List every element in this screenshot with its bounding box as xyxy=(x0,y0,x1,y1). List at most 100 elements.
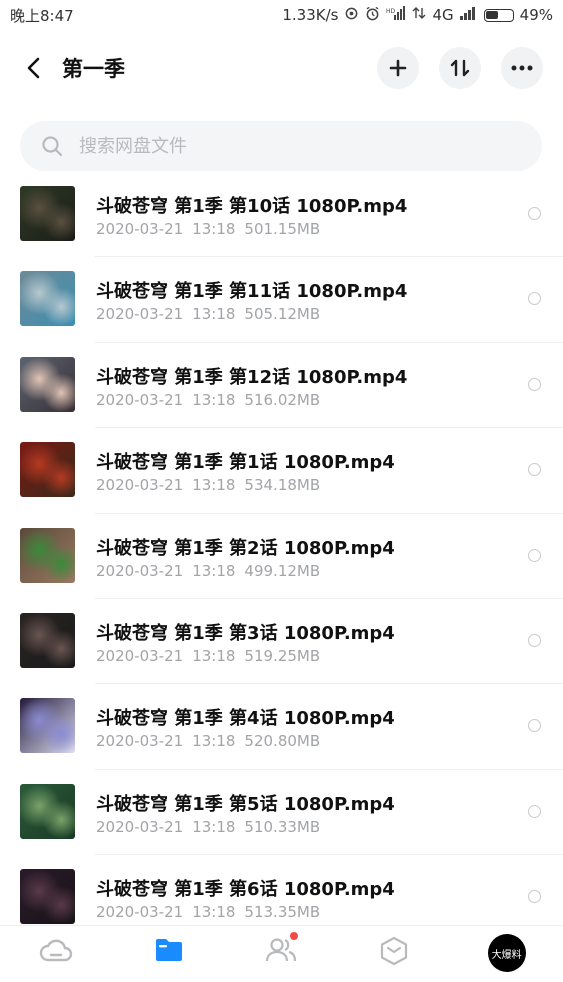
video-thumbnail xyxy=(20,612,75,668)
video-thumbnail xyxy=(20,271,75,327)
battery-fill xyxy=(486,11,498,19)
avatar-text: 大爆料 xyxy=(491,949,522,961)
cell-signal-icon xyxy=(459,6,478,24)
battery-icon xyxy=(483,8,514,22)
alarm-icon xyxy=(365,6,380,25)
status-time: 晚上8:47 xyxy=(10,6,74,25)
nav-tools[interactable] xyxy=(338,926,451,982)
data-arrows-icon xyxy=(412,6,426,24)
file-size: 513.35MB xyxy=(244,903,321,922)
file-size: 534.18MB xyxy=(244,476,321,495)
file-meta: 2020-03-21 13:18 510.33MB xyxy=(96,818,320,836)
cloud-icon xyxy=(40,939,73,962)
sort-button[interactable] xyxy=(439,47,481,89)
nav-home[interactable] xyxy=(0,926,113,982)
back-button[interactable] xyxy=(20,54,48,82)
file-meta: 2020-03-21 13:18 499.12MB xyxy=(96,562,320,580)
file-name: 斗破苍穹 第1季 第2话 1080P.mp4 xyxy=(96,537,395,559)
file-meta: 2020-03-21 13:18 534.18MB xyxy=(96,476,320,494)
sync-icon xyxy=(344,6,359,25)
file-meta: 2020-03-21 13:18 520.80MB xyxy=(96,732,320,750)
file-time: 13:18 xyxy=(192,561,236,580)
select-checkbox[interactable] xyxy=(528,463,541,477)
page-title: 第一季 xyxy=(62,57,125,81)
box-icon xyxy=(380,936,408,966)
file-size: 501.15MB xyxy=(244,220,321,238)
select-checkbox[interactable] xyxy=(528,377,541,391)
select-checkbox[interactable] xyxy=(528,207,541,220)
file-meta: 2020-03-21 13:18 501.15MB xyxy=(96,220,320,238)
select-checkbox[interactable] xyxy=(528,804,541,818)
nav-share[interactable] xyxy=(225,926,338,982)
file-name: 斗破苍穹 第1季 第4话 1080P.mp4 xyxy=(96,708,395,730)
file-name: 斗破苍穹 第1季 第10话 1080P.mp4 xyxy=(96,196,408,217)
select-checkbox[interactable] xyxy=(528,719,541,733)
folder-icon xyxy=(155,939,182,961)
file-meta: 2020-03-21 13:18 516.02MB xyxy=(96,391,320,409)
file-time: 13:18 xyxy=(192,646,236,665)
video-thumbnail xyxy=(20,442,75,498)
file-time: 13:18 xyxy=(192,390,236,409)
select-checkbox[interactable] xyxy=(528,890,541,904)
file-time: 13:18 xyxy=(192,220,236,238)
file-time: 13:18 xyxy=(192,903,236,922)
file-name: 斗破苍穹 第1季 第5话 1080P.mp4 xyxy=(96,793,395,815)
select-checkbox[interactable] xyxy=(528,633,541,647)
video-thumbnail xyxy=(20,356,75,412)
add-button[interactable] xyxy=(377,47,419,89)
file-size: 516.02MB xyxy=(244,390,321,409)
chevron-left-icon xyxy=(27,57,40,79)
file-date: 2020-03-21 xyxy=(96,903,184,922)
file-date: 2020-03-21 xyxy=(96,390,184,409)
file-size: 520.80MB xyxy=(244,732,321,751)
battery-percent: 49% xyxy=(519,6,553,24)
nav-files[interactable] xyxy=(113,926,226,982)
video-thumbnail xyxy=(20,698,75,754)
video-thumbnail xyxy=(20,186,75,241)
search-bar[interactable] xyxy=(20,121,542,171)
file-name: 斗破苍穹 第1季 第6话 1080P.mp4 xyxy=(96,879,395,901)
file-date: 2020-03-21 xyxy=(96,817,184,836)
file-name: 斗破苍穹 第1季 第3话 1080P.mp4 xyxy=(96,622,395,644)
file-time: 13:18 xyxy=(192,305,236,324)
more-button[interactable] xyxy=(501,47,543,89)
file-date: 2020-03-21 xyxy=(96,476,184,495)
file-size: 510.33MB xyxy=(244,817,321,836)
file-row[interactable]: 斗破苍穹 第1季 第1话 1080P.mp4 2020-03-21 13:18 534… xyxy=(0,428,563,514)
nav-profile[interactable]: 大爆料 xyxy=(450,926,563,982)
file-date: 2020-03-21 xyxy=(96,220,184,238)
file-row[interactable]: 斗破苍穹 第1季 第3话 1080P.mp4 2020-03-21 13:18 519… xyxy=(0,599,563,685)
file-date: 2020-03-21 xyxy=(96,305,184,324)
video-thumbnail xyxy=(20,869,75,925)
search-icon xyxy=(42,136,63,157)
file-meta: 2020-03-21 13:18 513.35MB xyxy=(96,903,320,921)
status-indicators: 1.33K/s HD 4G 49% xyxy=(282,6,553,25)
file-row[interactable]: 斗破苍穹 第1季 第12话 1080P.mp4 2020-03-21 13:18 51… xyxy=(0,343,563,429)
file-date: 2020-03-21 xyxy=(96,732,184,751)
status-bar: 晚上8:47 1.33K/s HD 4G 49% xyxy=(0,0,563,30)
network-speed: 1.33K/s xyxy=(282,6,339,24)
select-checkbox[interactable] xyxy=(528,548,541,562)
file-size: 505.12MB xyxy=(244,305,321,324)
file-meta: 2020-03-21 13:18 505.12MB xyxy=(96,305,320,323)
file-row[interactable]: 斗破苍穹 第1季 第11话 1080P.mp4 2020-03-21 13:18 50… xyxy=(0,257,563,344)
file-list: 斗破苍穹 第1季 第10话 1080P.mp4 2020-03-21 13:18 50… xyxy=(0,172,563,941)
file-time: 13:18 xyxy=(192,732,236,751)
file-size: 499.12MB xyxy=(244,561,321,580)
file-row[interactable]: 斗破苍穹 第1季 第2话 1080P.mp4 2020-03-21 13:18 499… xyxy=(0,514,563,600)
avatar: 大爆料 xyxy=(487,934,526,972)
svg-text:HD: HD xyxy=(386,8,396,15)
file-row[interactable]: 斗破苍穹 第1季 第5话 1080P.mp4 2020-03-21 13:18 510… xyxy=(0,770,563,856)
file-name: 斗破苍穹 第1季 第11话 1080P.mp4 xyxy=(96,281,408,303)
file-row[interactable]: 斗破苍穹 第1季 第4话 1080P.mp4 2020-03-21 13:18 520… xyxy=(0,684,563,771)
file-size: 519.25MB xyxy=(244,646,321,665)
sort-icon xyxy=(450,59,470,77)
more-icon xyxy=(511,65,533,71)
search-input[interactable] xyxy=(77,134,501,158)
select-checkbox[interactable] xyxy=(528,292,541,306)
hd-signal-icon: HD xyxy=(386,6,406,24)
file-time: 13:18 xyxy=(192,476,236,495)
people-icon xyxy=(266,938,297,962)
file-row[interactable]: 斗破苍穹 第1季 第10话 1080P.mp4 2020-03-21 13:18 50… xyxy=(0,172,563,258)
bottom-nav: 大爆料 xyxy=(0,925,563,982)
